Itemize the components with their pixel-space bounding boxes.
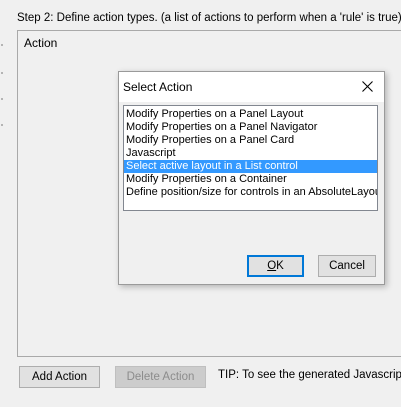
select-action-dialog: Select Action Modify Properties on a Pan… xyxy=(118,71,385,285)
dialog-title: Select Action xyxy=(123,80,193,94)
list-item[interactable]: Modify Properties on a Panel Navigator xyxy=(124,121,377,134)
ok-button[interactable]: OK xyxy=(247,255,304,277)
action-column-header: Action xyxy=(24,36,58,50)
list-item[interactable]: Select active layout in a List control xyxy=(124,160,377,173)
list-item[interactable]: Modify Properties on a Panel Card xyxy=(124,134,377,147)
delete-action-button: Delete Action xyxy=(115,366,206,388)
dialog-title-bar[interactable]: Select Action xyxy=(119,72,384,102)
action-type-listbox[interactable]: Modify Properties on a Panel Layout Modif… xyxy=(123,105,378,211)
step-label: Step 2: Define action types. (a list of … xyxy=(17,12,401,24)
list-item[interactable]: Define position/size for controls in an … xyxy=(124,186,377,199)
list-item[interactable]: Javascript xyxy=(124,147,377,160)
window-root: Step 2: Define action types. (a list of … xyxy=(0,0,401,407)
left-edge-marks xyxy=(0,30,4,150)
list-item[interactable]: Modify Properties on a Container xyxy=(124,173,377,186)
cancel-button[interactable]: Cancel xyxy=(318,255,376,277)
tip-text: TIP: To see the generated Javascript for xyxy=(218,369,401,381)
ok-mnemonic: O xyxy=(267,260,277,272)
list-item[interactable]: Modify Properties on a Panel Layout xyxy=(124,108,377,121)
dialog-body: Modify Properties on a Panel Layout Modif… xyxy=(119,102,384,284)
close-icon xyxy=(362,81,373,92)
ok-label-rest: K xyxy=(276,260,284,272)
close-button[interactable] xyxy=(352,72,384,102)
add-action-button[interactable]: Add Action xyxy=(19,366,100,388)
